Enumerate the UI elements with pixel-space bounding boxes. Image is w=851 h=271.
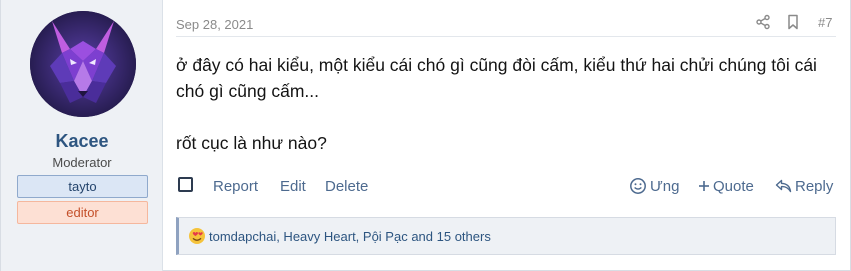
message-post: Kacee Moderator tayto editor Sep 28, 202… (0, 0, 851, 271)
message-body: ở đây có hai kiểu, một kiểu cái chó gì c… (176, 52, 846, 156)
like-label: Ưng (650, 177, 680, 195)
like-button[interactable]: Ưng (629, 176, 680, 196)
reply-button[interactable]: Reply (775, 176, 833, 196)
reply-arrow-icon (775, 179, 792, 193)
edit-link[interactable]: Edit (280, 178, 306, 195)
user-banner-editor: editor (17, 201, 148, 224)
post-date[interactable]: Sep 28, 2021 (176, 17, 253, 32)
quote-button[interactable]: Quote (698, 176, 754, 196)
message-paragraph: ở đây có hai kiểu, một kiểu cái chó gì c… (176, 55, 817, 101)
header-divider (176, 36, 836, 37)
love-reaction-icon (189, 228, 205, 244)
message-content-panel: Sep 28, 2021 #7 ở đây có hai kiểu, một k… (163, 0, 851, 271)
username[interactable]: Kacee (1, 131, 163, 152)
reply-label: Reply (795, 177, 834, 195)
user-title: Moderator (52, 155, 112, 170)
wolf-avatar-icon (30, 11, 136, 117)
quote-label: Quote (713, 177, 754, 195)
user-info-panel: Kacee Moderator tayto editor (1, 0, 163, 271)
user-banner-tayto: tayto (17, 175, 148, 198)
reactions-bar[interactable]: tomdapchai, Heavy Heart, Pội Pạc and 15 … (176, 217, 836, 255)
delete-link[interactable]: Delete (325, 178, 368, 195)
post-number[interactable]: #7 (818, 15, 832, 30)
select-checkbox[interactable] (178, 177, 193, 192)
plus-icon (699, 181, 709, 191)
report-link[interactable]: Report (213, 178, 258, 195)
reactions-users[interactable]: tomdapchai, Heavy Heart, Pội Pạc and 15 … (209, 229, 491, 244)
message-paragraph: rốt cục là như nào? (176, 133, 327, 153)
smiley-icon (630, 178, 646, 194)
bookmark-icon[interactable] (785, 14, 801, 30)
post-actions-bar: Report Edit Delete Ưng Quote Reply (176, 176, 846, 198)
share-icon[interactable] (755, 14, 771, 30)
user-avatar[interactable] (30, 11, 136, 117)
